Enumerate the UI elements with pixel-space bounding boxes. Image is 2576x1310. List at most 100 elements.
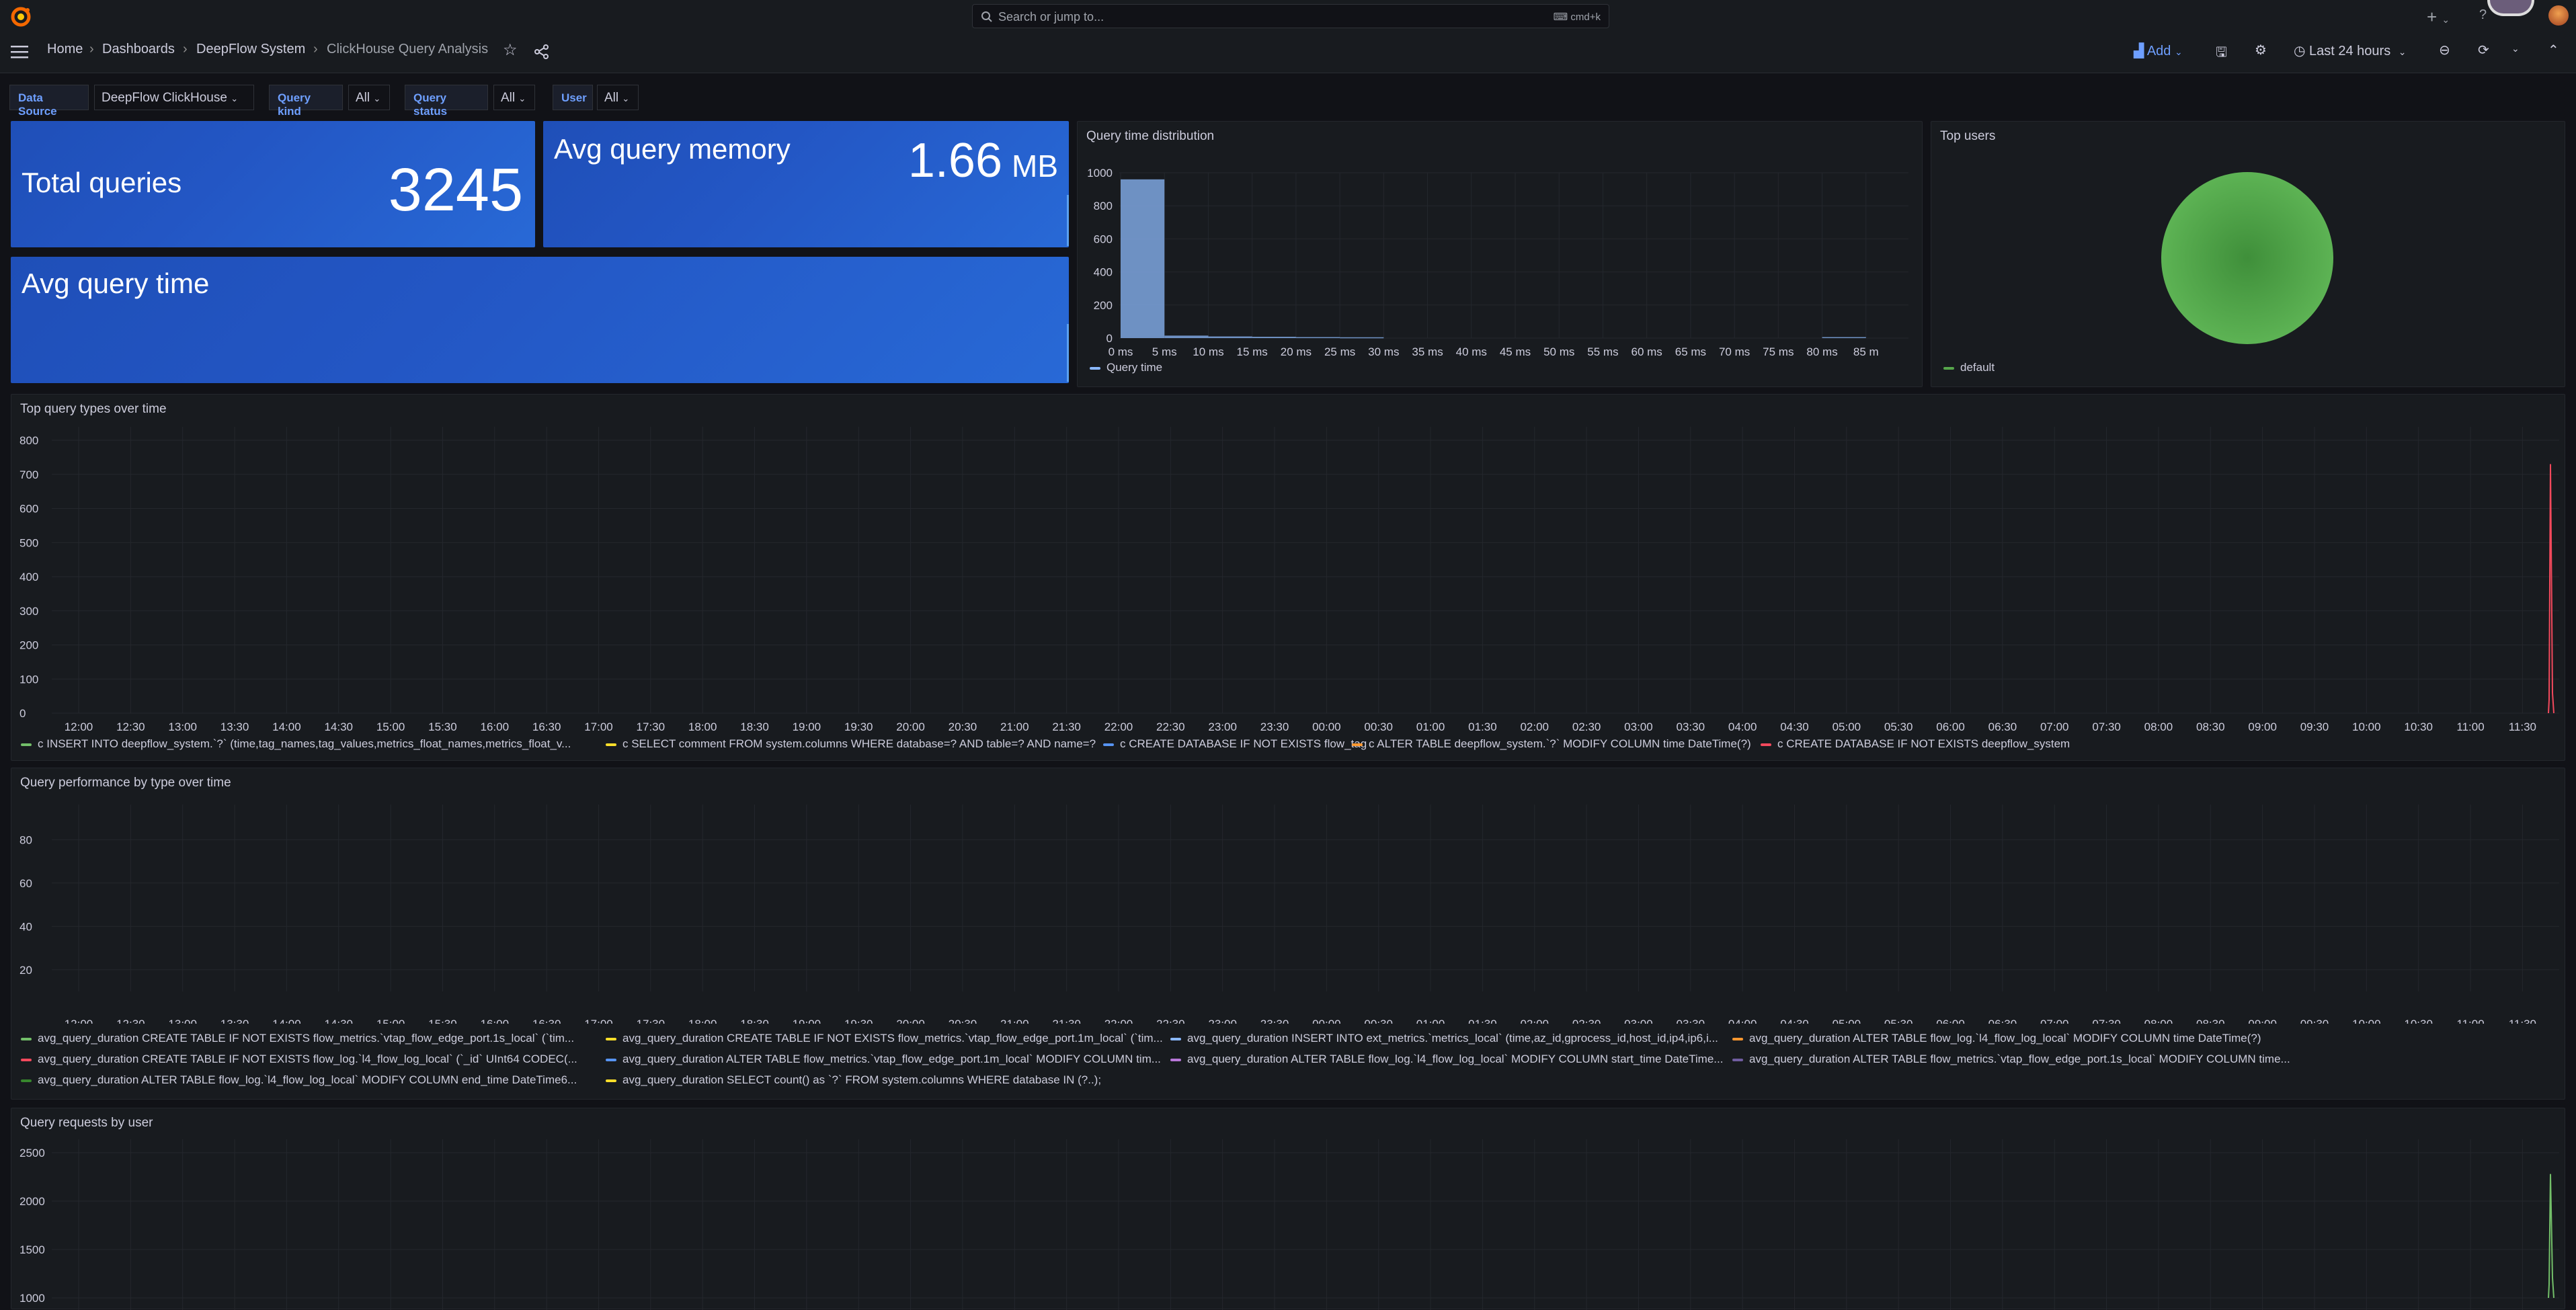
settings-gear-icon[interactable]: ⚙ bbox=[2255, 42, 2267, 58]
x-tick-label: 40 ms bbox=[1456, 345, 1487, 358]
x-tick-label: 04:00 bbox=[1728, 1018, 1757, 1024]
x-tick-label: 13:30 bbox=[220, 1018, 249, 1024]
x-tick-label: 23:00 bbox=[1208, 721, 1237, 733]
legend-item[interactable]: avg_query_duration SELECT count() as `?`… bbox=[606, 1073, 1101, 1087]
legend-item[interactable]: avg_query_duration ALTER TABLE flow_log.… bbox=[21, 1073, 577, 1087]
panel-avg-query-time[interactable]: Avg query time bbox=[11, 257, 1069, 383]
legend-item[interactable]: avg_query_duration ALTER TABLE flow_log.… bbox=[1732, 1032, 2261, 1045]
y-tick-label: 700 bbox=[19, 468, 38, 481]
x-tick-label: 02:00 bbox=[1520, 721, 1549, 733]
x-tick-label: 16:30 bbox=[532, 721, 561, 733]
x-tick-label: 03:30 bbox=[1677, 721, 1705, 733]
refresh-icon[interactable]: ⟳ bbox=[2478, 42, 2489, 58]
legend-item[interactable]: avg_query_duration ALTER TABLE flow_log.… bbox=[1170, 1053, 1723, 1066]
x-tick-label: 00:00 bbox=[1312, 1018, 1341, 1024]
x-tick-label: 15:00 bbox=[376, 721, 405, 733]
help-icon[interactable]: ? bbox=[2479, 7, 2487, 23]
grafana-logo-icon[interactable] bbox=[9, 5, 32, 28]
collapse-chevron-up-icon[interactable]: ⌃ bbox=[2548, 42, 2559, 58]
x-tick-label: 16:30 bbox=[532, 1018, 561, 1024]
legend-item[interactable]: c SELECT comment FROM system.columns WHE… bbox=[606, 737, 1096, 751]
variable-select-datasource[interactable]: DeepFlow ClickHouse ⌄ bbox=[94, 85, 254, 110]
x-tick-label: 07:00 bbox=[2040, 1018, 2069, 1024]
x-tick-label: 35 ms bbox=[1412, 345, 1443, 358]
sparkline bbox=[1067, 324, 1069, 382]
histogram-bar bbox=[1121, 179, 1165, 338]
panel-top-query-types[interactable]: Top query types over time 0 100 200 300 400 5… bbox=[11, 394, 2565, 761]
legend-item[interactable]: Query time bbox=[1090, 361, 1162, 374]
variable-select-user[interactable]: All ⌄ bbox=[597, 85, 639, 110]
legend-item[interactable]: avg_query_duration INSERT INTO ext_metri… bbox=[1170, 1032, 1718, 1045]
panel-top-users[interactable]: Top users default bbox=[1931, 121, 2565, 387]
breadcrumb-folder[interactable]: DeepFlow System bbox=[196, 42, 305, 57]
clock-icon: ◷ bbox=[2294, 44, 2306, 58]
star-icon[interactable]: ☆ bbox=[503, 40, 518, 60]
histogram-bar bbox=[1822, 337, 1866, 339]
x-tick-label: 05:00 bbox=[1833, 1018, 1861, 1024]
histogram-bar bbox=[1164, 335, 1209, 338]
legend-item[interactable]: avg_query_duration ALTER TABLE flow_metr… bbox=[606, 1053, 1161, 1066]
x-tick-label: 21:30 bbox=[1052, 721, 1081, 733]
variable-select-query-status[interactable]: All ⌄ bbox=[493, 85, 535, 110]
x-tick-label: 23:30 bbox=[1260, 721, 1289, 733]
x-tick-label: 18:00 bbox=[688, 721, 717, 733]
share-icon[interactable] bbox=[534, 44, 550, 59]
x-tick-label: 16:00 bbox=[481, 721, 510, 733]
x-tick-label: 12:30 bbox=[116, 1018, 145, 1024]
menu-icon[interactable] bbox=[11, 44, 28, 59]
panel-total-queries[interactable]: Total queries 3245 bbox=[11, 121, 535, 247]
avatar[interactable] bbox=[2548, 5, 2569, 26]
legend-swatch bbox=[1732, 1037, 1743, 1040]
legend-item[interactable]: c CREATE DATABASE IF NOT EXISTS flow_tag bbox=[1103, 737, 1367, 751]
x-tick-label: 02:30 bbox=[1572, 721, 1601, 733]
series-line bbox=[2548, 464, 2554, 714]
legend-item[interactable]: c CREATE DATABASE IF NOT EXISTS deepflow… bbox=[1761, 737, 2070, 751]
x-tick-label: 11:30 bbox=[2509, 1018, 2536, 1024]
x-tick-label: 11:30 bbox=[2509, 721, 2536, 733]
x-tick-label: 20:30 bbox=[949, 721, 977, 733]
x-tick-label: 60 ms bbox=[1632, 345, 1662, 358]
legend-item[interactable]: c INSERT INTO deepflow_system.`?` (time,… bbox=[21, 737, 571, 751]
search-input[interactable]: Search or jump to... ⌨ cmd+k bbox=[972, 4, 1609, 28]
x-tick-label: 17:00 bbox=[584, 721, 613, 733]
x-tick-label: 50 ms bbox=[1543, 345, 1574, 358]
panel-query-performance[interactable]: Query performance by type over time 20 40… bbox=[11, 768, 2565, 1100]
add-button[interactable]: ▟ Add ⌄ bbox=[2134, 42, 2183, 59]
x-tick-label: 45 ms bbox=[1500, 345, 1531, 358]
panel-avg-query-memory[interactable]: Avg query memory 1.66 MB bbox=[543, 121, 1069, 247]
x-tick-label: 22:30 bbox=[1156, 1018, 1185, 1024]
panel-query-time-distribution[interactable]: Query time distribution 0 200 400 600 800 100… bbox=[1077, 121, 1923, 387]
variable-label-datasource: Data Source bbox=[9, 85, 89, 118]
legend-item[interactable]: avg_query_duration CREATE TABLE IF NOT E… bbox=[21, 1032, 574, 1045]
legend-item[interactable]: avg_query_duration ALTER TABLE flow_metr… bbox=[1732, 1053, 2290, 1066]
stat-title: Avg query time bbox=[22, 268, 210, 299]
legend-item[interactable]: c ALTER TABLE deepflow_system.`?` MODIFY… bbox=[1352, 737, 1751, 751]
breadcrumb-dashboards[interactable]: Dashboards bbox=[102, 42, 175, 57]
x-tick-label: 06:30 bbox=[1988, 721, 2017, 733]
variable-select-query-kind[interactable]: All ⌄ bbox=[348, 85, 390, 110]
y-tick-label: 80 bbox=[19, 833, 32, 846]
x-tick-label: 21:00 bbox=[1000, 721, 1029, 733]
zoom-out-icon[interactable]: ⊖ bbox=[2439, 42, 2450, 58]
y-tick-label: 400 bbox=[19, 571, 38, 583]
y-tick-label: 20 bbox=[19, 964, 32, 977]
legend-item[interactable]: avg_query_duration CREATE TABLE IF NOT E… bbox=[21, 1053, 577, 1066]
series-line bbox=[2548, 1174, 2554, 1299]
legend-item[interactable]: avg_query_duration CREATE TABLE IF NOT E… bbox=[606, 1032, 1163, 1045]
legend-swatch bbox=[21, 1037, 32, 1040]
x-tick-label: 22:30 bbox=[1156, 721, 1185, 733]
panel-query-requests-by-user[interactable]: Query requests by user 1000 1500 2000 2500 bbox=[11, 1108, 2565, 1310]
legend-item[interactable]: default bbox=[1943, 361, 1995, 374]
refresh-interval-chevron-icon[interactable]: ⌄ bbox=[2511, 43, 2520, 54]
breadcrumb-home[interactable]: Home bbox=[47, 42, 83, 57]
legend-swatch bbox=[1732, 1058, 1743, 1061]
y-tick-label: 200 bbox=[19, 639, 38, 652]
y-tick-label: 2500 bbox=[19, 1147, 45, 1159]
breadcrumb-separator-icon: › bbox=[183, 42, 188, 56]
x-tick-label: 09:30 bbox=[2300, 1018, 2329, 1024]
x-tick-label: 23:30 bbox=[1260, 1018, 1289, 1024]
legend-swatch bbox=[21, 1079, 32, 1082]
save-dashboard-icon[interactable]: 🖫 bbox=[2216, 42, 2227, 65]
new-button[interactable]: + ⌄ bbox=[2427, 7, 2450, 28]
time-range-picker[interactable]: ◷ Last 24 hours ⌄ bbox=[2294, 42, 2407, 59]
